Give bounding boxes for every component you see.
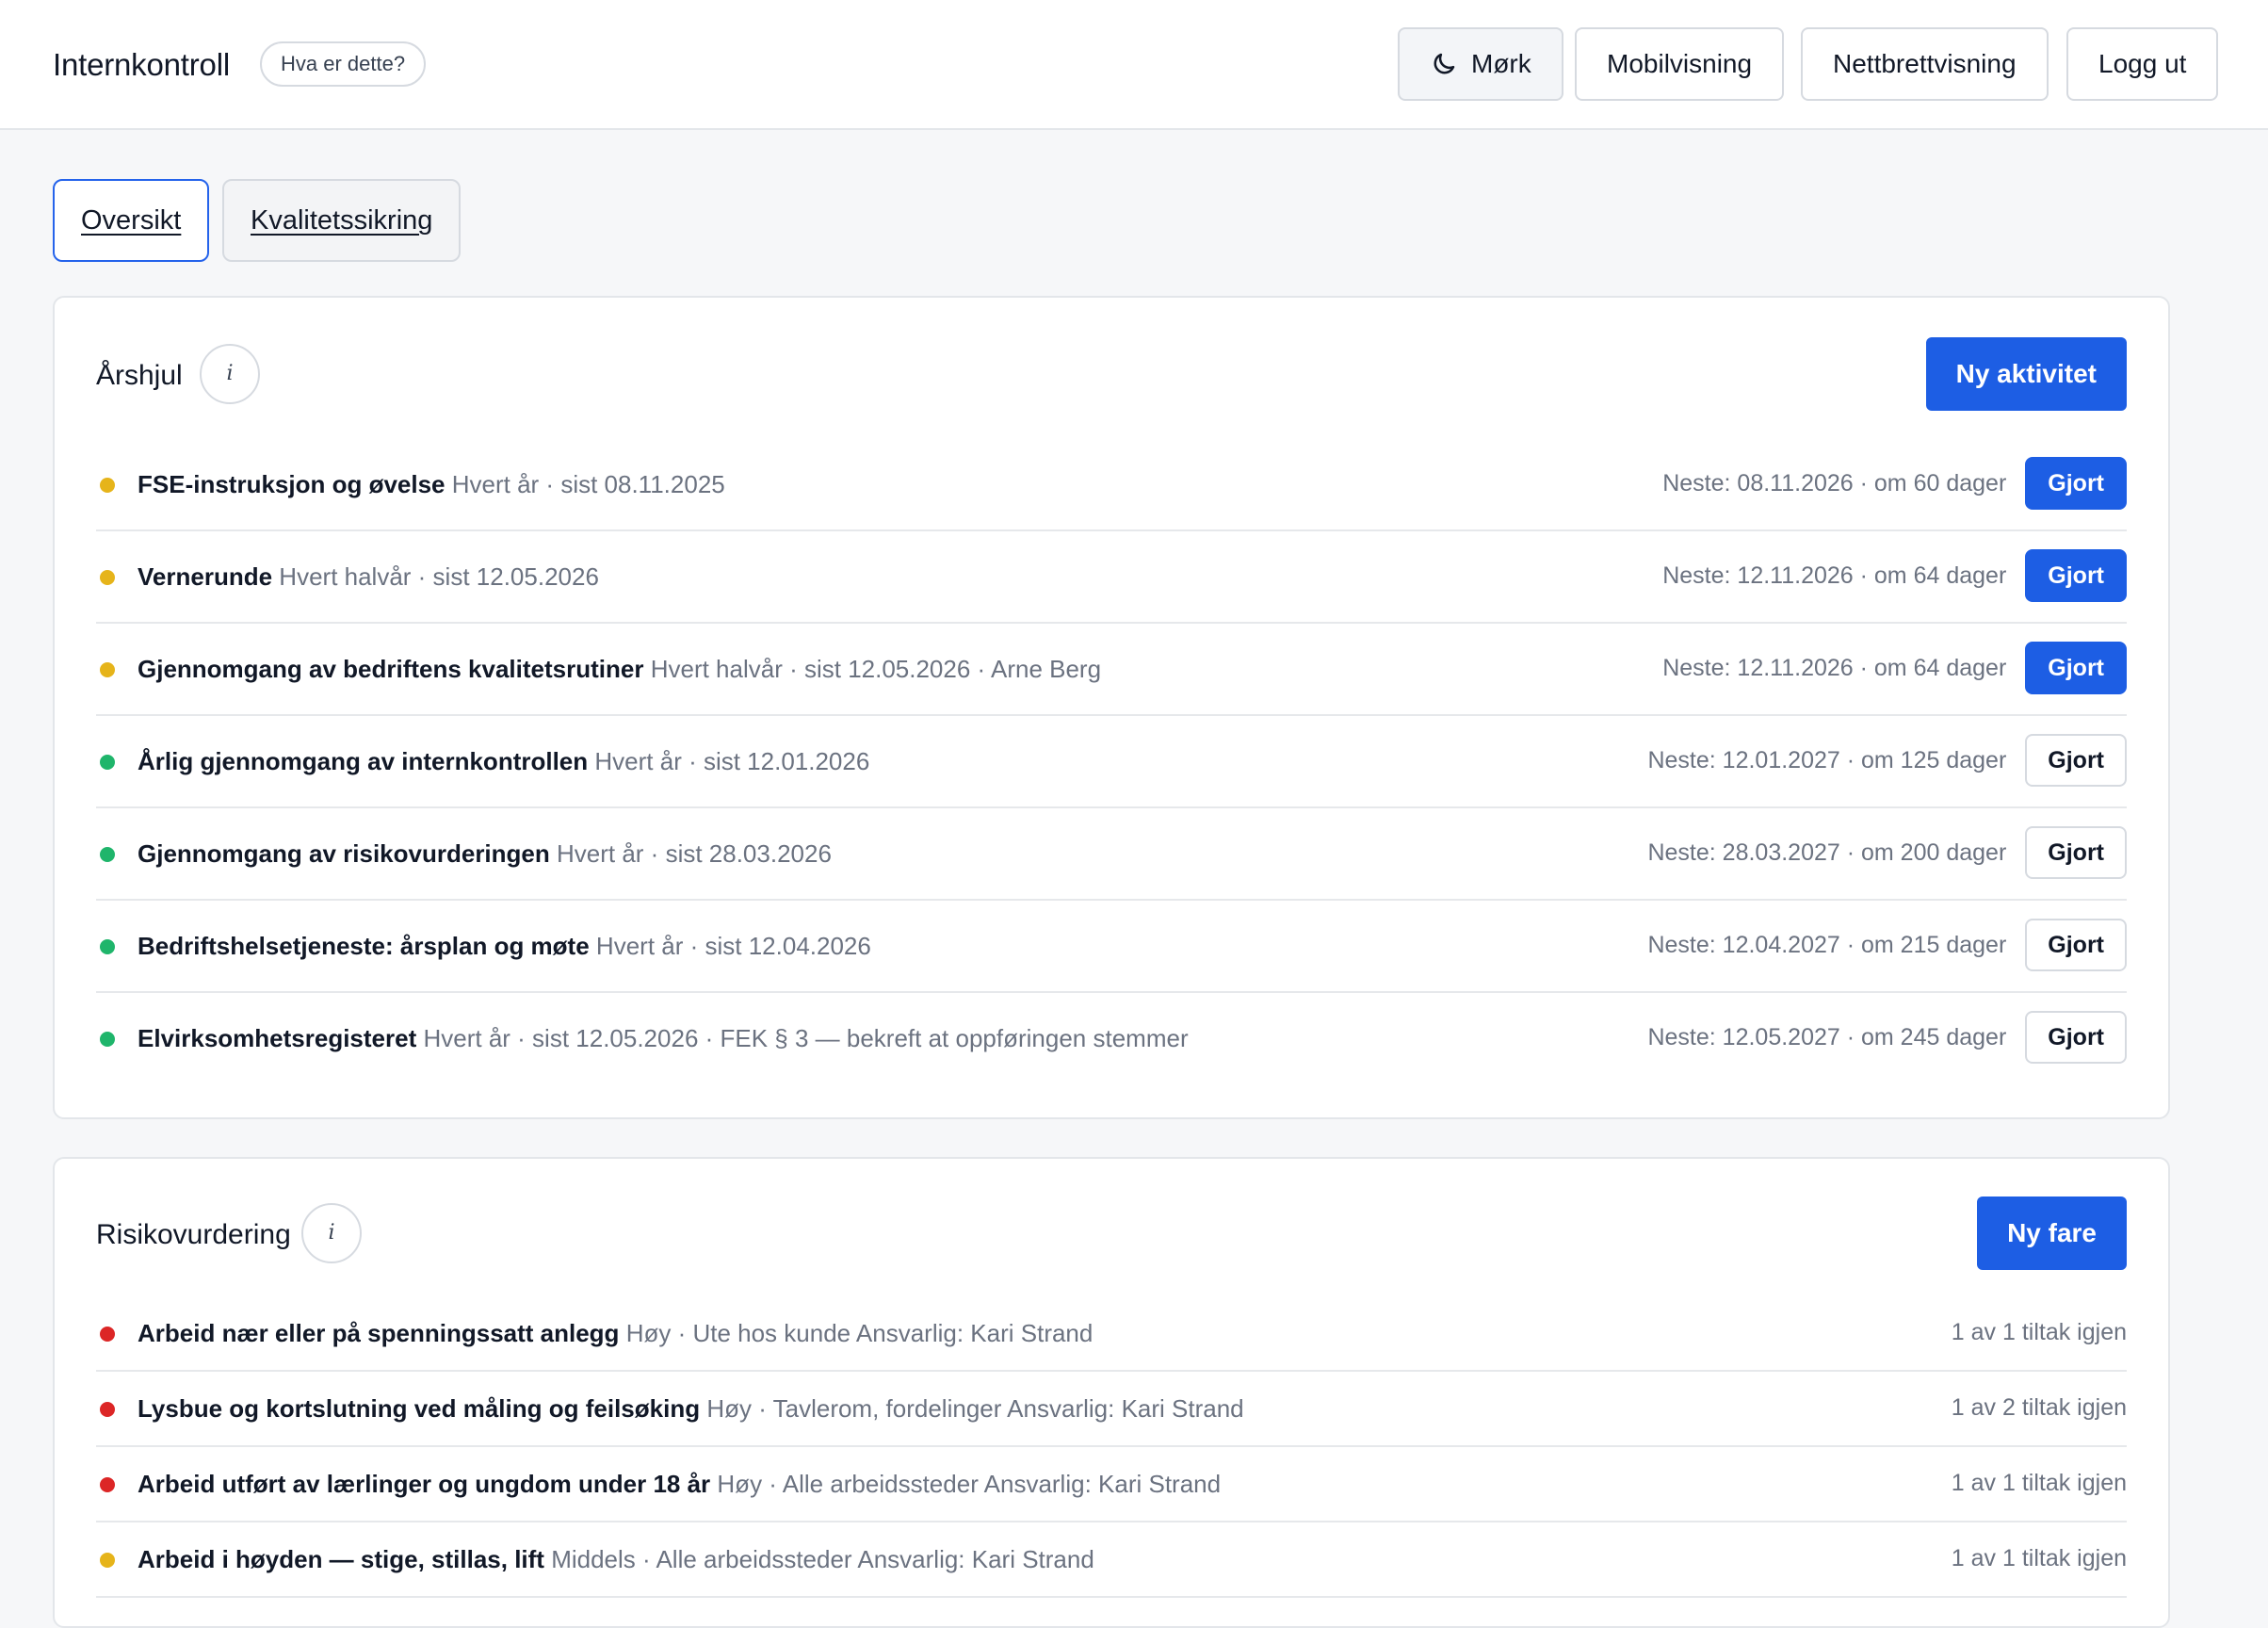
tablet-view-button[interactable]: Nettbrettvisning xyxy=(1801,27,2049,101)
activity-next: Neste: 12.04.2027 · om 215 dager Gjort xyxy=(1647,919,2127,971)
status-dot xyxy=(100,1477,115,1492)
risiko-card: Risikovurdering i Ny fare Arbeid nær ell… xyxy=(53,1157,2170,1628)
done-button[interactable]: Gjort xyxy=(2025,734,2127,787)
activity-meta: Hvert år · sist 12.04.2026 xyxy=(595,932,871,960)
arshjul-title: Årshjul xyxy=(96,360,183,391)
status-dot xyxy=(100,662,115,677)
dark-mode-button[interactable]: Mørk xyxy=(1398,27,1563,101)
activity-title[interactable]: FSE-instruksjon og øvelse xyxy=(138,470,446,498)
done-button[interactable]: Gjort xyxy=(2025,919,2127,971)
status-dot xyxy=(100,755,115,770)
next-due-text: Neste: 12.11.2026 · om 64 dager xyxy=(1662,562,2007,589)
status-dot xyxy=(100,939,115,954)
status-dot xyxy=(100,1327,115,1342)
dark-mode-label: Mørk xyxy=(1471,49,1531,78)
hazard-row[interactable]: Lysbue og kortslutning ved måling og fei… xyxy=(96,1372,2127,1447)
activity-title[interactable]: Gjennomgang av risikovurderingen xyxy=(138,839,550,868)
activity-row: Elvirksomhetsregisteret Hvert år · sist … xyxy=(96,993,2127,1085)
activity-meta: Hvert år · sist 28.03.2026 xyxy=(557,839,832,868)
activity-title[interactable]: Vernerunde xyxy=(138,562,272,591)
activity-meta: Hvert halvår · sist 12.05.2026 · Arne Be… xyxy=(650,655,1102,683)
app-title: Internkontroll xyxy=(53,47,230,82)
done-button[interactable]: Gjort xyxy=(2025,826,2127,879)
hazard-meta: Høy · Ute hos kunde Ansvarlig: Kari Stra… xyxy=(625,1319,1094,1347)
next-due-text: Neste: 12.01.2027 · om 125 dager xyxy=(1647,746,2007,773)
hazard-measures: 1 av 2 tiltak igjen xyxy=(1951,1394,2127,1421)
tab-kvalitetssikring[interactable]: Kvalitetssikring xyxy=(222,179,462,262)
next-due-text: Neste: 12.11.2026 · om 64 dager xyxy=(1662,654,2007,681)
activity-row: Bedriftshelsetjeneste: årsplan og møte H… xyxy=(96,901,2127,993)
next-due-text: Neste: 08.11.2026 · om 60 dager xyxy=(1662,469,2007,497)
hazard-row[interactable]: Arbeid i høyden — stige, stillas, lift M… xyxy=(96,1522,2127,1598)
status-dot xyxy=(100,1032,115,1047)
activity-text: Bedriftshelsetjeneste: årsplan og møte H… xyxy=(138,932,871,961)
hazard-title[interactable]: Lysbue og kortslutning ved måling og fei… xyxy=(138,1394,700,1423)
activity-title[interactable]: Elvirksomhetsregisteret xyxy=(138,1024,416,1052)
activity-text: Gjennomgang av bedriftens kvalitetsrutin… xyxy=(138,655,1101,684)
activity-meta: Hvert år · sist 12.01.2026 xyxy=(594,747,870,775)
done-button[interactable]: Gjort xyxy=(2025,549,2127,602)
activity-next: Neste: 12.11.2026 · om 64 dager Gjort xyxy=(1662,642,2127,694)
hazard-title[interactable]: Arbeid i høyden — stige, stillas, lift xyxy=(138,1545,544,1573)
hazard-meta: Middels · Alle arbeidssteder Ansvarlig: … xyxy=(551,1545,1094,1573)
hazard-measures: 1 av 1 tiltak igjen xyxy=(1951,1319,2127,1345)
activity-row: Årlig gjennomgang av internkontrollen Hv… xyxy=(96,716,2127,808)
next-due-text: Neste: 28.03.2027 · om 200 dager xyxy=(1647,838,2007,866)
risiko-title: Risikovurdering xyxy=(96,1219,291,1250)
activity-text: Elvirksomhetsregisteret Hvert år · sist … xyxy=(138,1024,1189,1053)
logout-button[interactable]: Logg ut xyxy=(2066,27,2219,101)
new-activity-button[interactable]: Ny aktivitet xyxy=(1925,337,2127,411)
activity-meta: Hvert år · sist 08.11.2025 xyxy=(451,470,725,498)
activity-next: Neste: 28.03.2027 · om 200 dager Gjort xyxy=(1647,826,2127,879)
moon-icon xyxy=(1434,53,1455,74)
new-hazard-button[interactable]: Ny fare xyxy=(1977,1197,2127,1270)
status-dot xyxy=(100,478,115,493)
activity-next: Neste: 12.11.2026 · om 64 dager Gjort xyxy=(1662,549,2127,602)
activity-text: Vernerunde Hvert halvår · sist 12.05.202… xyxy=(138,562,599,592)
status-dot xyxy=(100,1553,115,1568)
status-dot xyxy=(100,1402,115,1417)
hazard-meta: Høy · Alle arbeidssteder Ansvarlig: Kari… xyxy=(717,1470,1222,1498)
activity-row: Vernerunde Hvert halvår · sist 12.05.202… xyxy=(96,531,2127,624)
activity-text: Årlig gjennomgang av internkontrollen Hv… xyxy=(138,747,869,776)
next-due-text: Neste: 12.05.2027 · om 245 dager xyxy=(1647,1023,2007,1050)
activity-next: Neste: 12.01.2027 · om 125 dager Gjort xyxy=(1647,734,2127,787)
activity-meta: Hvert halvår · sist 12.05.2026 xyxy=(279,562,599,591)
activity-text: Gjennomgang av risikovurderingen Hvert å… xyxy=(138,839,832,869)
hazard-text: Arbeid nær eller på spenningssatt anlegg… xyxy=(138,1319,1093,1348)
hazard-text: Arbeid i høyden — stige, stillas, lift M… xyxy=(138,1545,1094,1574)
help-button[interactable]: Hva er dette? xyxy=(260,41,427,87)
risiko-info-button[interactable]: i xyxy=(301,1203,362,1263)
next-due-text: Neste: 12.04.2027 · om 215 dager xyxy=(1647,931,2007,958)
hazard-row[interactable]: Arbeid nær eller på spenningssatt anlegg… xyxy=(96,1296,2127,1372)
activity-row: Gjennomgang av risikovurderingen Hvert å… xyxy=(96,808,2127,901)
hazard-title[interactable]: Arbeid utført av lærlinger og ungdom und… xyxy=(138,1470,710,1498)
status-dot xyxy=(100,847,115,862)
activity-row: Gjennomgang av bedriftens kvalitetsrutin… xyxy=(96,624,2127,716)
hazard-title[interactable]: Arbeid nær eller på spenningssatt anlegg xyxy=(138,1319,619,1347)
hazard-meta: Høy · Tavlerom, fordelinger Ansvarlig: K… xyxy=(706,1394,1244,1423)
done-button[interactable]: Gjort xyxy=(2025,457,2127,510)
arshjul-info-button[interactable]: i xyxy=(200,344,260,404)
hazard-row[interactable]: Arbeid utført av lærlinger og ungdom und… xyxy=(96,1447,2127,1522)
hazard-text: Lysbue og kortslutning ved måling og fei… xyxy=(138,1394,1244,1424)
activity-next: Neste: 12.05.2027 · om 245 dager Gjort xyxy=(1647,1011,2127,1064)
mobile-view-button[interactable]: Mobilvisning xyxy=(1575,27,1785,101)
done-button[interactable]: Gjort xyxy=(2025,642,2127,694)
top-bar: Internkontroll Hva er dette? Mørk Mobilv… xyxy=(0,0,2268,130)
arshjul-card: Årshjul i Ny aktivitet FSE-instruksjon o… xyxy=(53,296,2170,1119)
hazard-text: Arbeid utført av lærlinger og ungdom und… xyxy=(138,1470,1221,1499)
activity-title[interactable]: Gjennomgang av bedriftens kvalitetsrutin… xyxy=(138,655,643,683)
activity-next: Neste: 08.11.2026 · om 60 dager Gjort xyxy=(1662,457,2127,510)
activity-title[interactable]: Årlig gjennomgang av internkontrollen xyxy=(138,747,588,775)
activity-row: FSE-instruksjon og øvelse Hvert år · sis… xyxy=(96,439,2127,531)
status-dot xyxy=(100,570,115,585)
activity-meta: Hvert år · sist 12.05.2026 · FEK § 3 — b… xyxy=(423,1024,1189,1052)
hazard-measures: 1 av 1 tiltak igjen xyxy=(1951,1545,2127,1571)
hazard-measures: 1 av 1 tiltak igjen xyxy=(1951,1470,2127,1496)
activity-text: FSE-instruksjon og øvelse Hvert år · sis… xyxy=(138,470,725,499)
done-button[interactable]: Gjort xyxy=(2025,1011,2127,1064)
activity-title[interactable]: Bedriftshelsetjeneste: årsplan og møte xyxy=(138,932,590,960)
tab-oversikt[interactable]: Oversikt xyxy=(53,179,210,262)
